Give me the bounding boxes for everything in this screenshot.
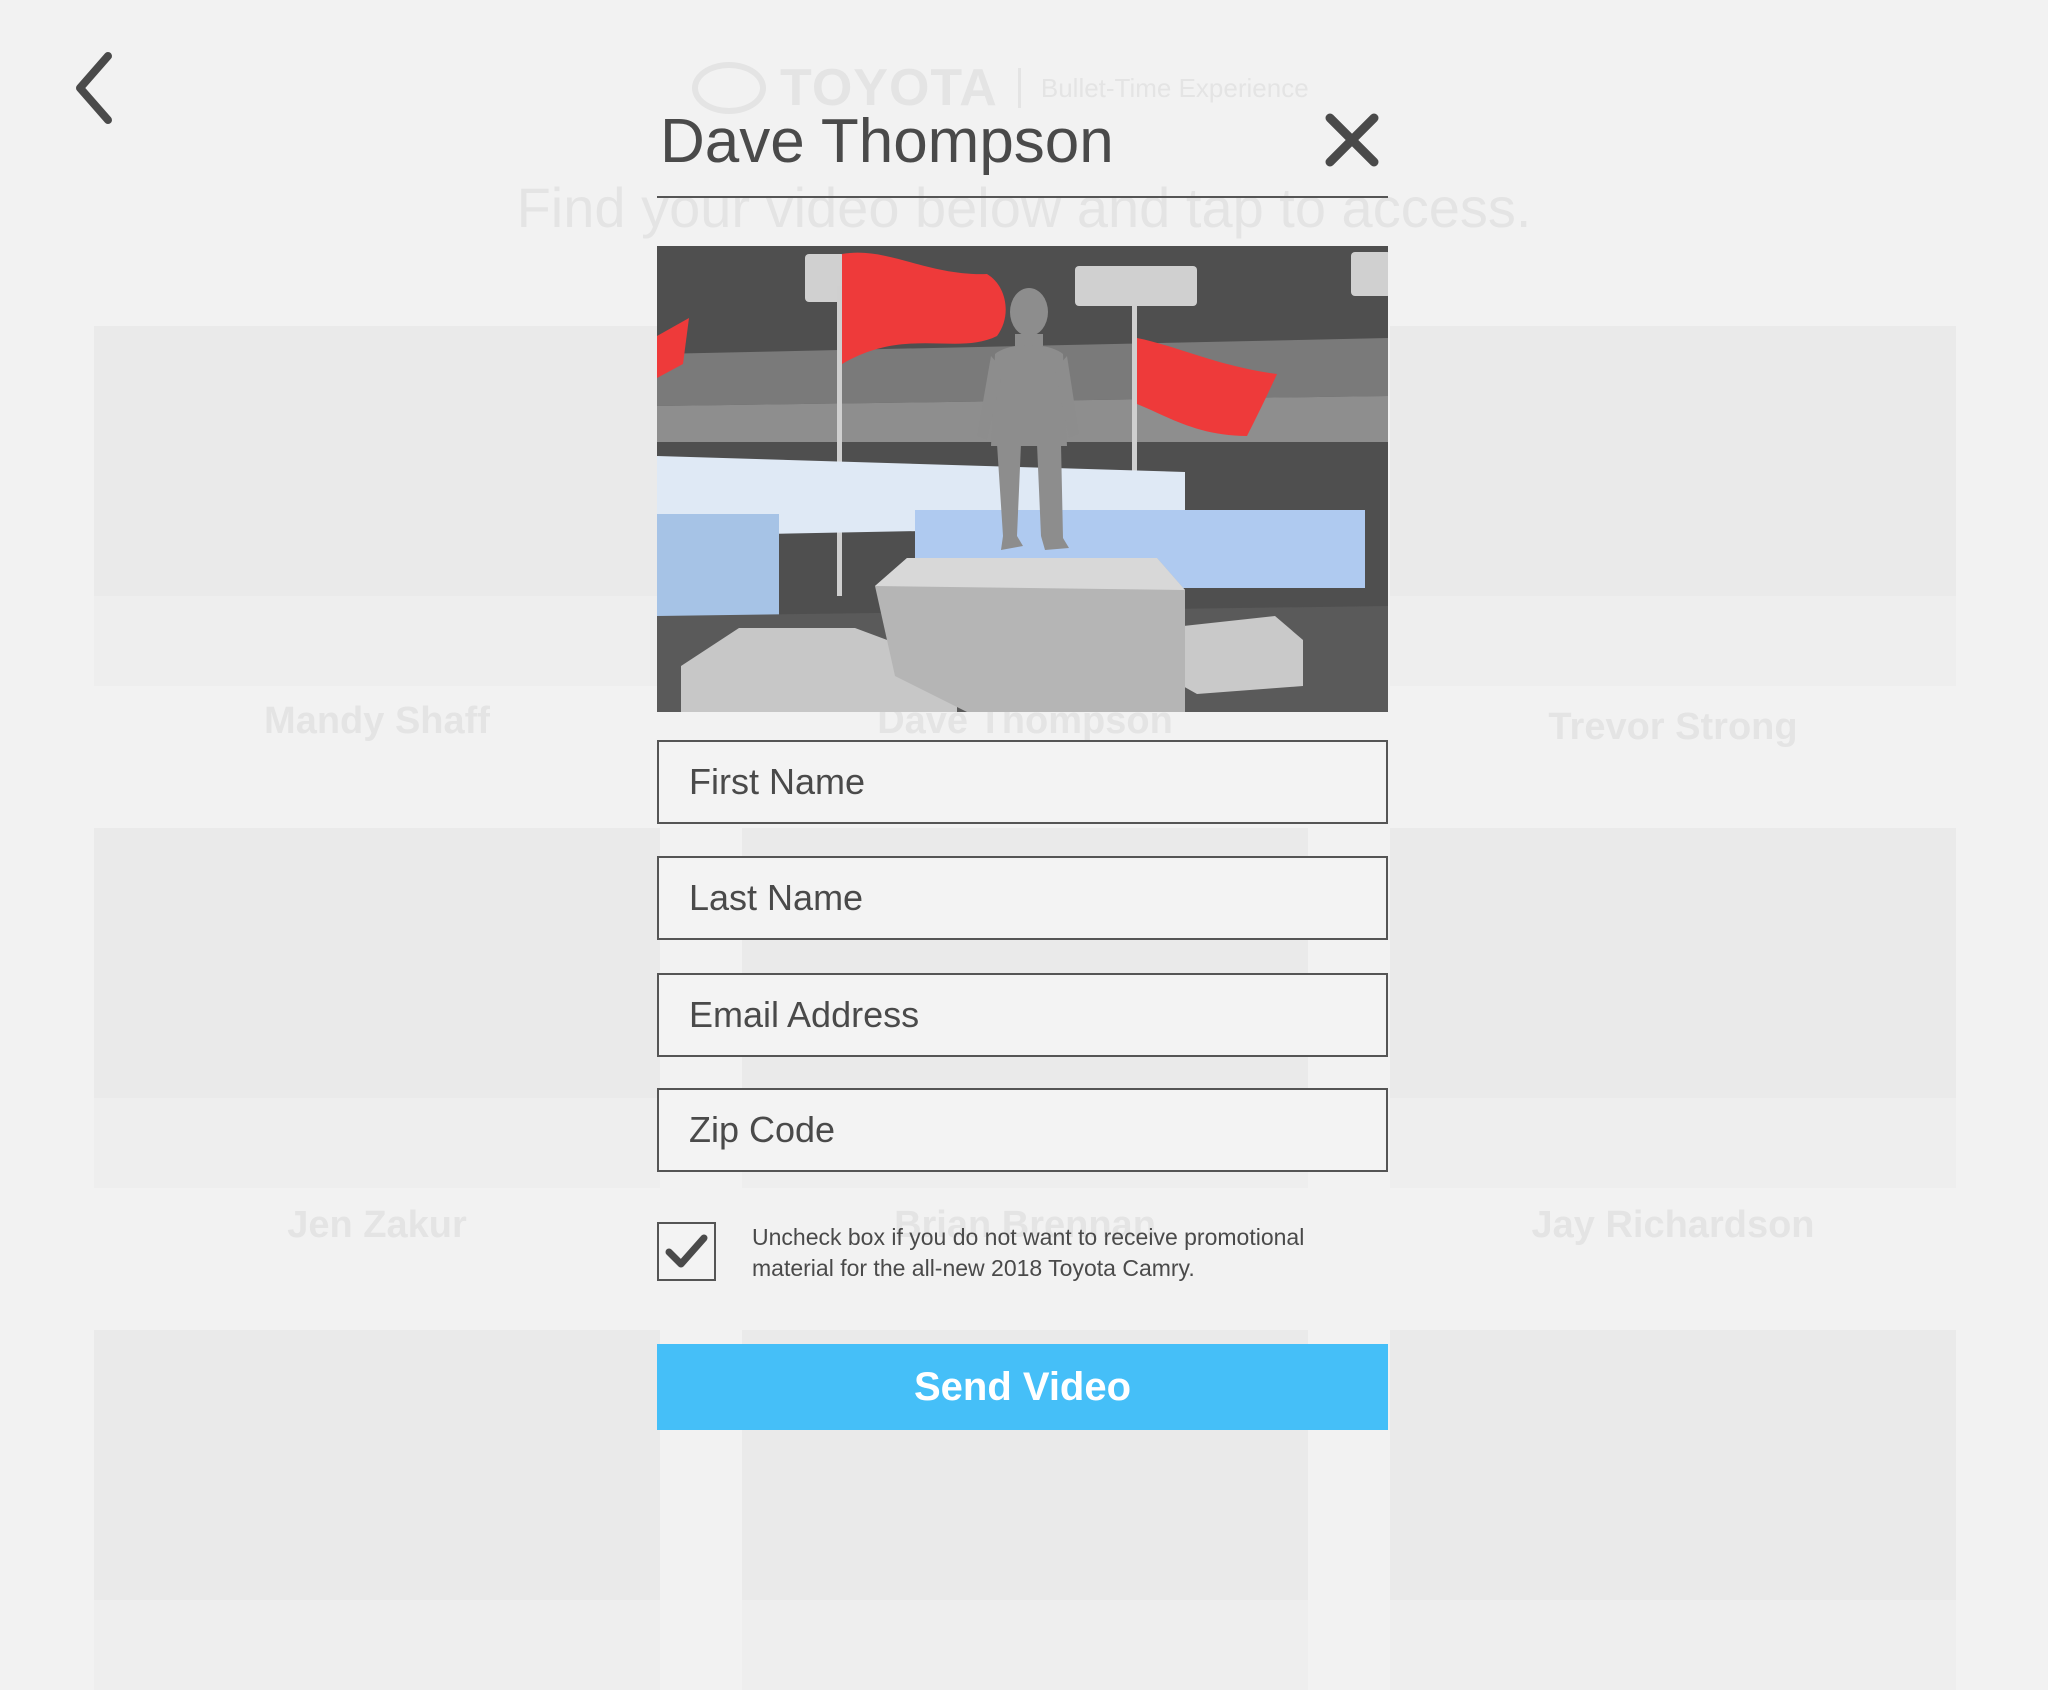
video-thumbnail — [94, 326, 660, 686]
video-thumbnail — [1390, 326, 1956, 686]
last-name-field[interactable] — [657, 856, 1388, 940]
chevron-left-icon[interactable] — [60, 44, 130, 134]
first-name-field[interactable] — [657, 740, 1388, 824]
title-divider — [657, 196, 1388, 198]
video-thumbnail — [1390, 1330, 1956, 1690]
email-field[interactable] — [657, 973, 1388, 1057]
zip-code-field[interactable] — [657, 1088, 1388, 1172]
gallery-heading: Find your video below and tap to access. — [516, 176, 1532, 239]
video-preview — [657, 246, 1388, 712]
brand-tagline: Bullet-Time Experience — [1040, 72, 1309, 103]
promo-consent-label: Uncheck box if you do not want to receiv… — [752, 1224, 1305, 1281]
video-thumbnail — [94, 1330, 660, 1690]
video-name: Jen Zakur — [287, 1204, 467, 1246]
send-video-button[interactable]: Send Video — [657, 1344, 1388, 1430]
checkmark-icon — [665, 1234, 708, 1268]
video-name: Mandy Shaff — [264, 700, 490, 742]
modal-title: Dave Thompson — [660, 107, 1114, 176]
video-thumbnail — [1390, 828, 1956, 1188]
video-name: Trevor Strong — [1548, 706, 1798, 748]
close-icon[interactable] — [1320, 110, 1384, 174]
video-name: Jay Richardson — [1531, 1204, 1815, 1246]
promo-consent-checkbox[interactable] — [657, 1222, 716, 1281]
video-thumbnail — [94, 828, 660, 1188]
